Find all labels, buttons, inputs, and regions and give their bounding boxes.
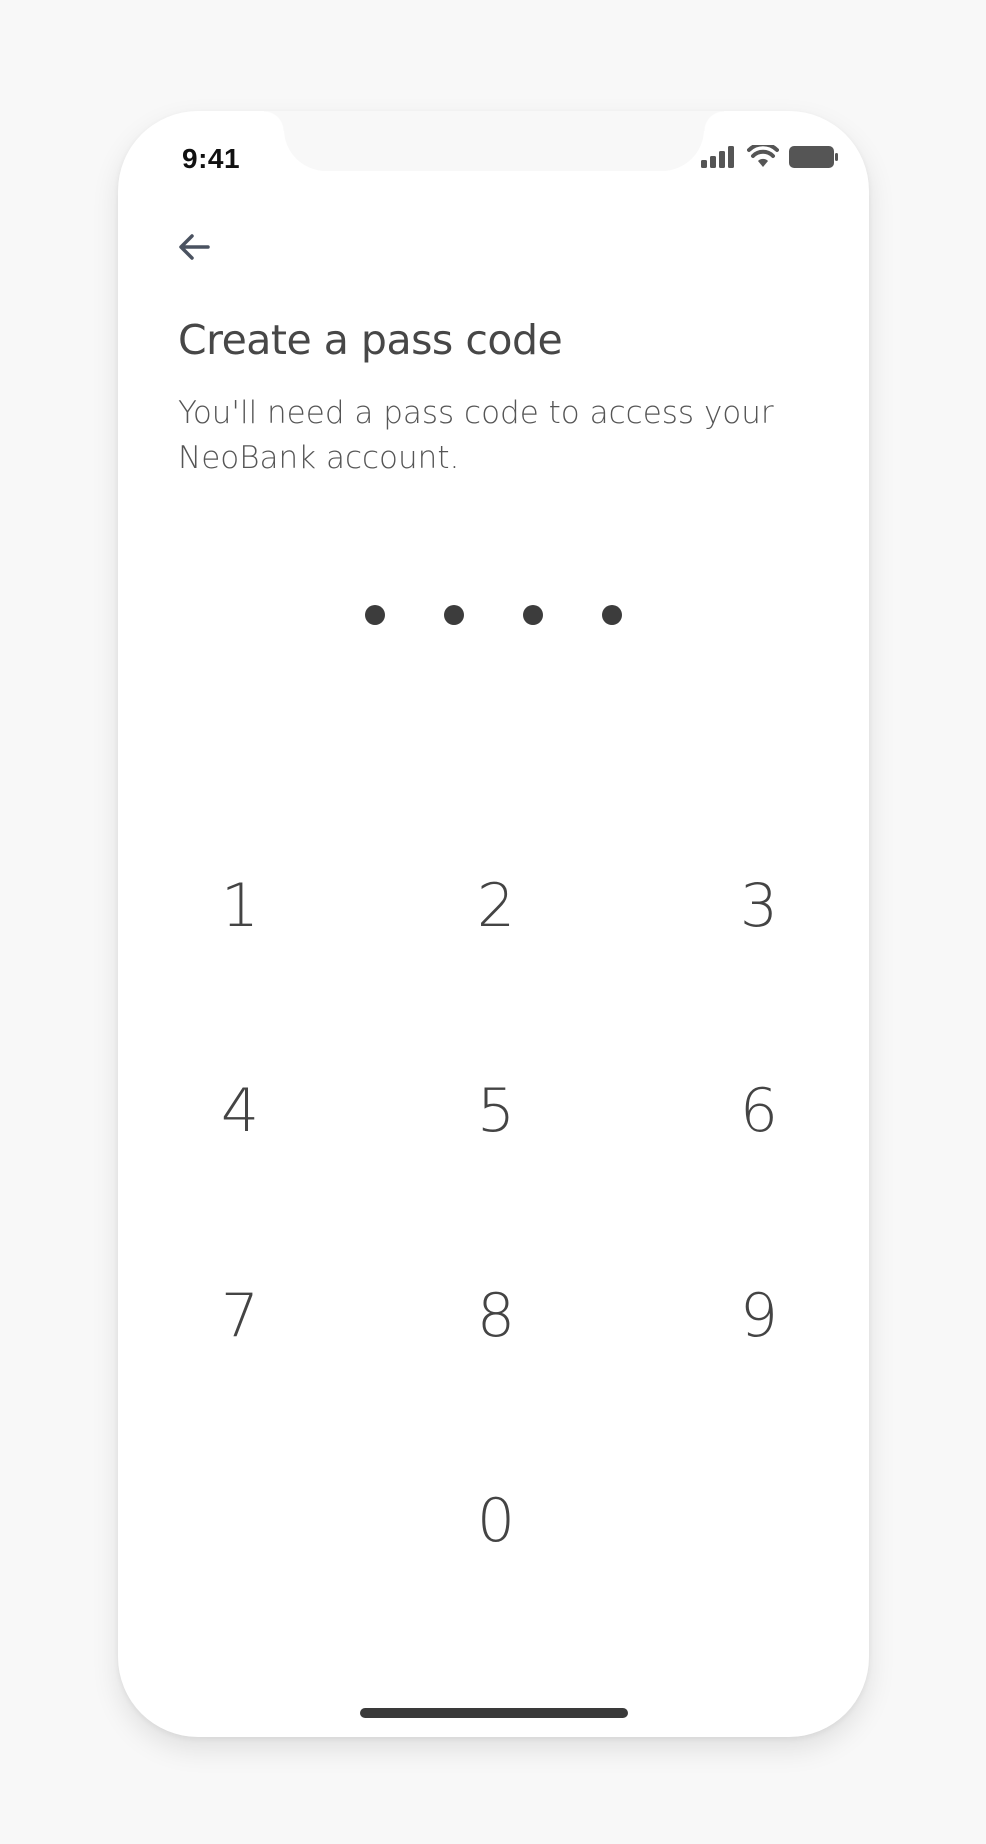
keypad-key-1[interactable]: 1 [180,846,300,966]
keypad-key-8[interactable]: 8 [436,1256,556,1376]
keypad-key-7[interactable]: 7 [180,1256,300,1376]
keypad-key-9[interactable]: 9 [699,1256,819,1376]
phone-frame: 9:41 Create a pass code You'll need a pa… [118,111,869,1737]
keypad-key-3[interactable]: 3 [699,846,819,966]
home-indicator [360,1708,628,1718]
keypad-key-2[interactable]: 2 [436,846,556,966]
keypad: 1 2 3 4 5 6 7 8 9 0 [118,111,869,1737]
keypad-key-4[interactable]: 4 [180,1051,300,1171]
keypad-key-5[interactable]: 5 [436,1051,556,1171]
keypad-key-0[interactable]: 0 [436,1461,556,1581]
keypad-key-6[interactable]: 6 [699,1051,819,1171]
